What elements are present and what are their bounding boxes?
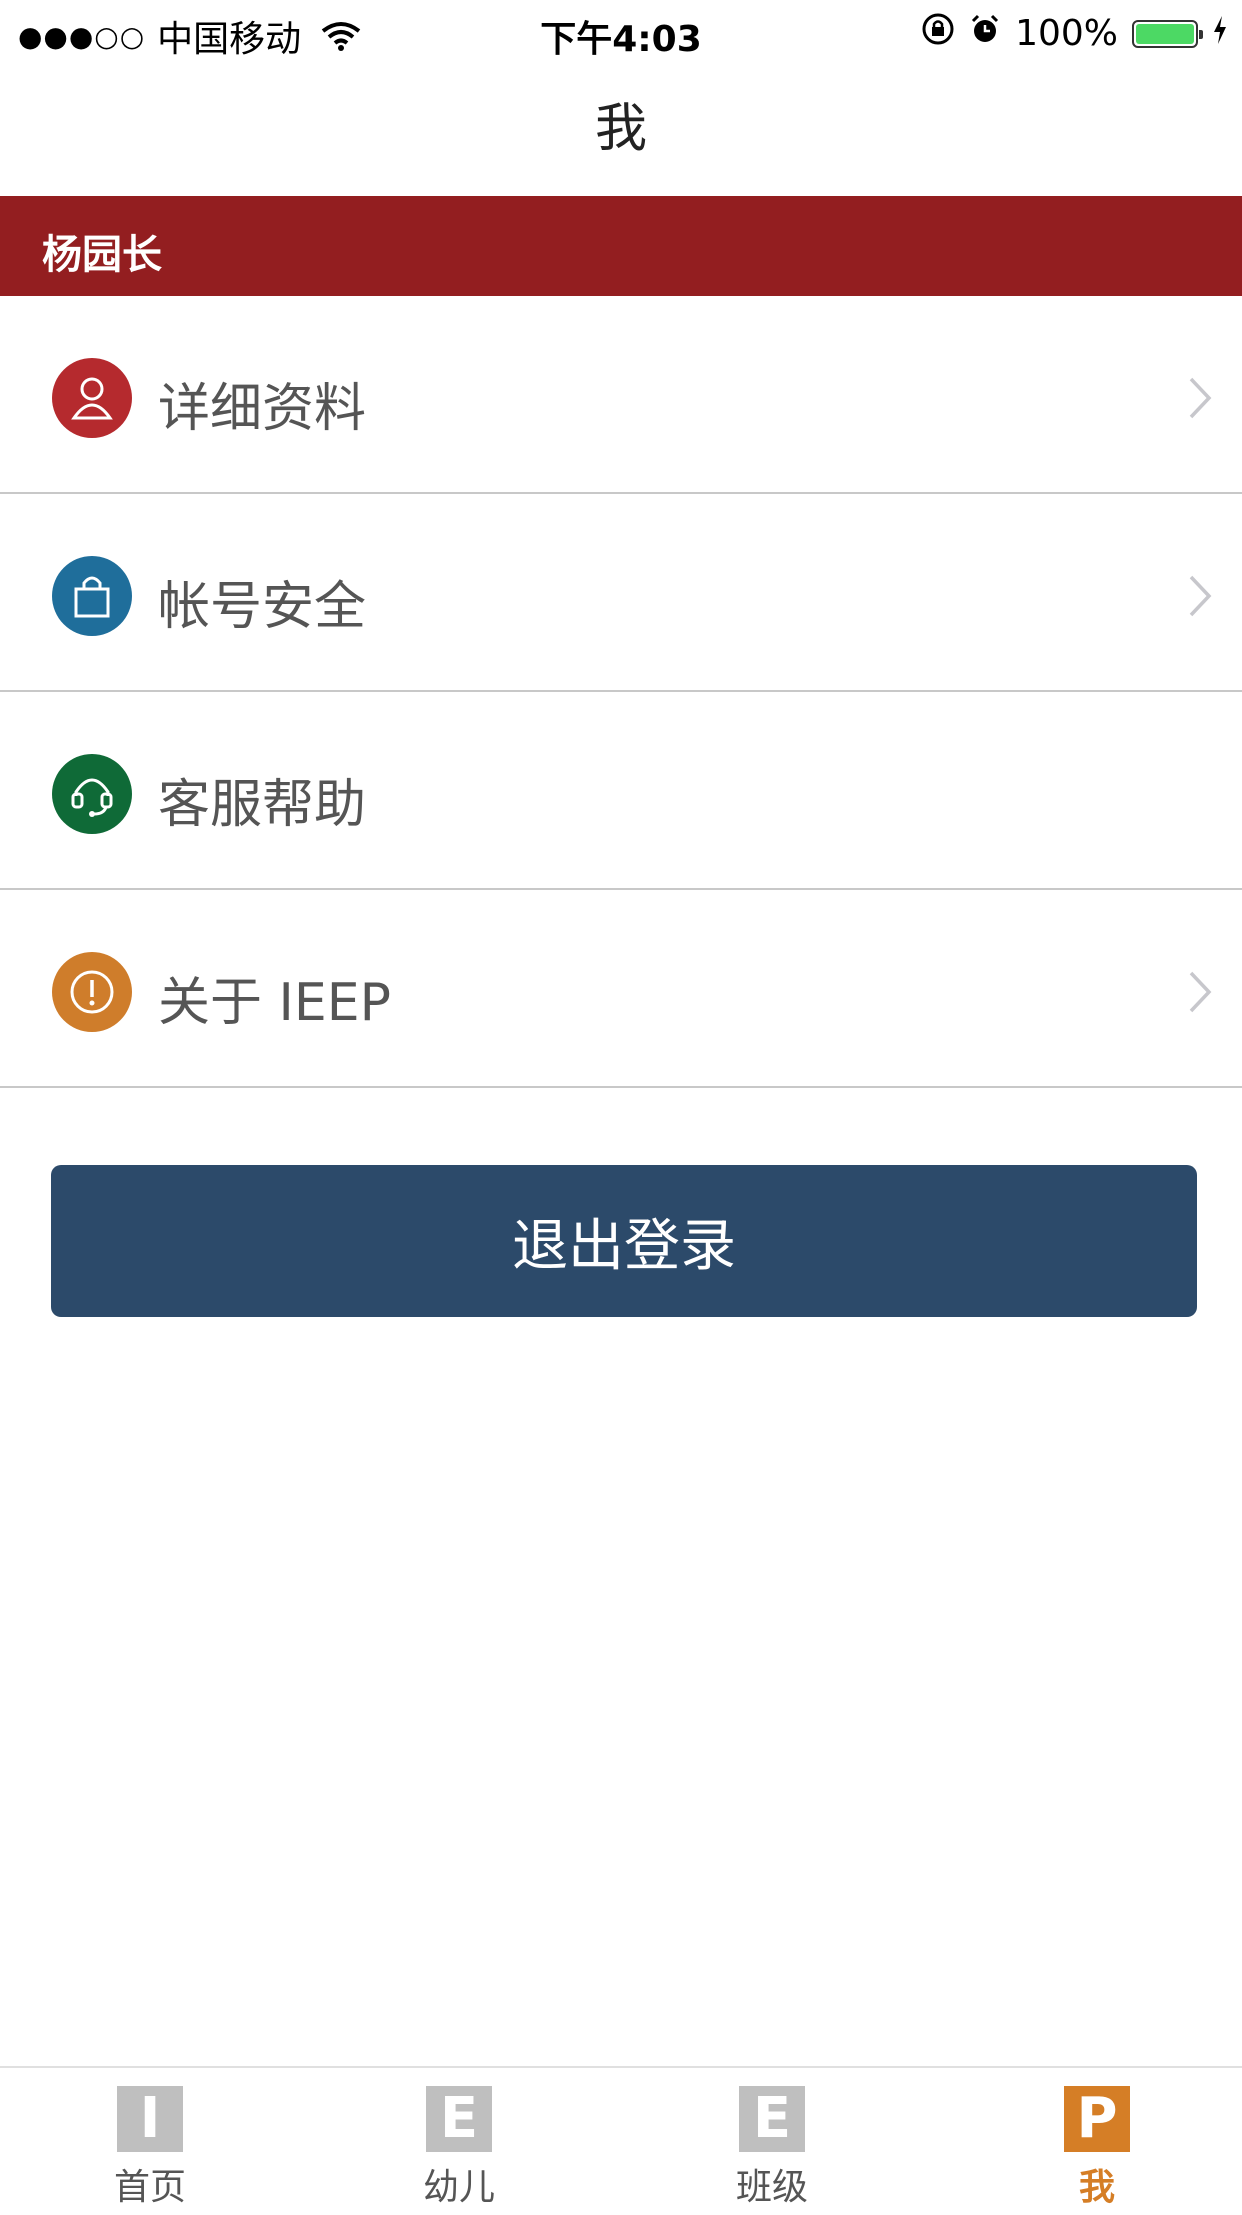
alarm-icon [969,13,1001,54]
children-tab-icon: E [426,2086,492,2152]
user-name: 杨园长 [42,232,162,278]
tab-class[interactable]: E 班级 [702,2086,842,2210]
page-title: 我 [594,99,647,159]
menu-item-profile[interactable]: 详细资料 [0,296,1242,494]
menu-item-label: 详细资料 [158,379,367,439]
battery-percent: 100% [1015,13,1118,54]
logout-button[interactable]: 退出登录 [51,1165,1197,1317]
settings-menu: 详细资料 帐号安全 客服帮助 关于 IEEP [0,296,1242,1088]
headset-icon [52,754,132,834]
tab-label: 首页 [113,2167,186,2208]
tab-children[interactable]: E 幼儿 [389,2086,529,2210]
battery-icon [1132,19,1203,48]
home-tab-icon: I [117,2086,183,2152]
orientation-lock-icon [921,12,955,55]
menu-item-label: 帐号安全 [158,577,367,637]
class-tab-icon: E [739,2086,805,2152]
tab-label: 幼儿 [422,2167,495,2208]
user-icon [52,358,132,438]
menu-item-customer-help[interactable]: 客服帮助 [0,692,1242,890]
tab-label: 班级 [735,2167,808,2208]
tab-bar: I 首页 E 幼儿 E 班级 P 我 [0,2066,1242,2215]
info-icon [52,952,132,1032]
menu-item-label: 关于 IEEP [158,973,391,1033]
status-right: 100% [907,12,1228,55]
menu-item-about[interactable]: 关于 IEEP [0,890,1242,1088]
tab-label: 我 [1078,2167,1115,2208]
chevron-right-icon [1188,970,1212,1018]
status-bar: ●●●○○ 中国移动 下午4:03 100% [0,0,1242,66]
user-banner: 杨园长 [0,196,1242,296]
menu-item-account-security[interactable]: 帐号安全 [0,494,1242,692]
menu-item-label: 客服帮助 [158,775,367,835]
me-tab-icon: P [1064,2086,1130,2152]
tab-me[interactable]: P 我 [1027,2086,1167,2210]
lock-icon [52,556,132,636]
tab-home[interactable]: I 首页 [80,2086,220,2210]
chevron-right-icon [1188,376,1212,424]
chevron-right-icon [1188,574,1212,622]
charging-icon [1212,13,1228,54]
nav-bar: 我 [0,66,1242,196]
